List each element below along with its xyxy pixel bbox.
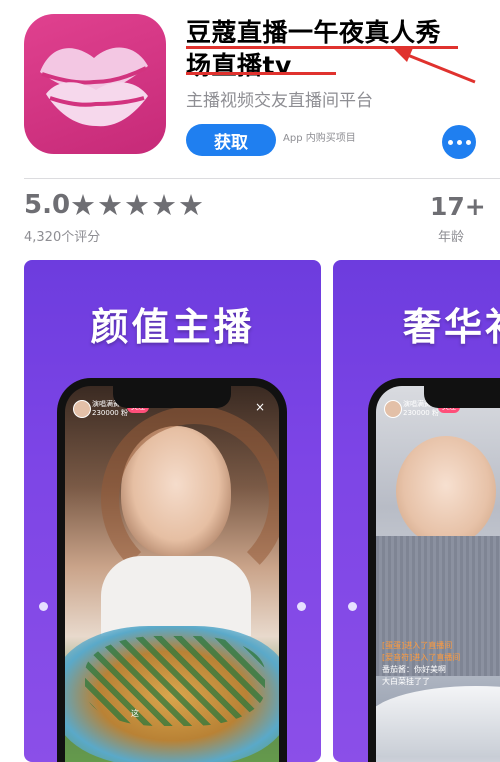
chat-line: [蛋蛋]进入了直播间 xyxy=(382,641,453,650)
divider xyxy=(24,178,500,179)
phone-screen: 演唱满簧... 230000 粉 关注 [蛋蛋]进入了直播间 [爱音符]进入了直… xyxy=(376,386,500,762)
lips-logo-icon xyxy=(40,47,148,127)
page-dot xyxy=(297,602,306,611)
app-subtitle: 主播视频交友直播间平台 xyxy=(186,91,373,111)
host-photo xyxy=(396,436,496,546)
chat-line: 大白菜挂了了 xyxy=(382,677,430,686)
screenshot-heading: 奢华补 xyxy=(403,305,500,349)
rating-value: 5.0 xyxy=(24,190,71,220)
host-avatar xyxy=(73,400,91,418)
host-fans: 230000 粉 xyxy=(92,409,128,417)
ellipsis-icon xyxy=(465,139,471,145)
host-fans: 230000 粉 xyxy=(403,409,439,417)
ellipsis-icon xyxy=(456,139,462,145)
chat-line: 这 xyxy=(131,709,139,718)
page-dot xyxy=(39,602,48,611)
page-dot xyxy=(348,602,357,611)
age-rating: 17+ xyxy=(430,192,486,221)
chat-line: [爱音符]进入了直播间 xyxy=(382,653,461,662)
chat-line: 番茄酱：你好美啊 xyxy=(382,665,446,674)
island-trees xyxy=(85,636,265,726)
phone-notch xyxy=(424,386,500,408)
annotation-underline xyxy=(186,72,336,75)
rating-count: 4,320个评分 xyxy=(24,230,101,245)
host-avatar xyxy=(384,400,402,418)
screenshot-heading: 颜值主播 xyxy=(90,305,255,349)
get-button[interactable]: 获取 xyxy=(186,124,276,156)
app-icon xyxy=(24,14,166,154)
rating-stars: ★★★★★ xyxy=(70,188,205,222)
ellipsis-icon xyxy=(447,139,453,145)
screenshot-1[interactable]: 颜值主播 演唱满簧... 230000 粉 关注 × 这 xyxy=(24,260,321,762)
in-app-purchase-label: App 内购买项目 xyxy=(283,133,356,144)
phone-mockup: 演唱满簧... 230000 粉 关注 [蛋蛋]进入了直播间 [爱音符]进入了直… xyxy=(368,378,500,762)
phone-screen: 演唱满簧... 230000 粉 关注 × 这 xyxy=(65,386,279,762)
phone-mockup: 演唱满簧... 230000 粉 关注 × 这 xyxy=(57,378,287,762)
annotation-arrow-icon xyxy=(393,48,476,84)
age-label: 年龄 xyxy=(438,230,465,245)
phone-notch xyxy=(113,386,231,408)
close-icon: × xyxy=(255,400,266,414)
yacht-illustration xyxy=(376,686,500,756)
screenshot-2[interactable]: 奢华补 演唱满簧... 230000 粉 关注 [蛋蛋]进入了直播间 [爱音符]… xyxy=(333,260,500,762)
host-dress xyxy=(101,556,251,636)
more-options-button[interactable] xyxy=(442,125,476,159)
